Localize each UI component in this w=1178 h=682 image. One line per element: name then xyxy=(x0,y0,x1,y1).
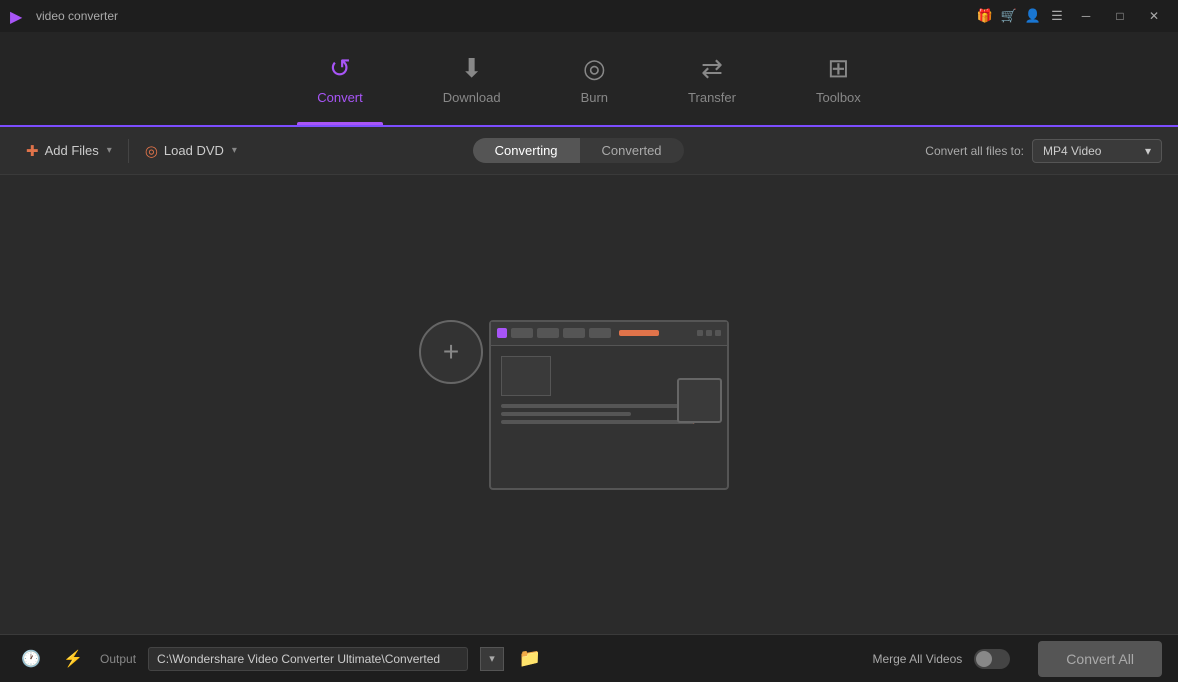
tabs-row: Converting Converted xyxy=(473,138,684,163)
browser-tab-2 xyxy=(537,328,559,338)
minimize-button[interactable]: ─ xyxy=(1072,6,1100,26)
output-path-field[interactable]: C:\Wondershare Video Converter Ultimate\… xyxy=(148,647,468,671)
gift-icon[interactable]: 🎁 xyxy=(976,7,994,25)
merge-all-label: Merge All Videos xyxy=(872,652,962,666)
convert-all-row: Convert all files to: MP4 Video ▾ xyxy=(925,139,1162,163)
output-label: Output xyxy=(100,652,136,666)
app-logo: ▶ xyxy=(10,7,28,25)
title-bar-left: ▶ video converter xyxy=(10,7,118,25)
load-dvd-icon: ◎ xyxy=(145,142,158,160)
browser-tab-1 xyxy=(511,328,533,338)
history-button[interactable]: 🕐 xyxy=(16,644,46,674)
nav-item-toolbox[interactable]: ⊞ Toolbox xyxy=(796,45,881,113)
add-files-circle-button[interactable]: + xyxy=(419,320,483,384)
add-files-label: Add Files xyxy=(45,143,99,158)
title-bar-right: 🎁 🛒 👤 ☰ ─ □ ✕ xyxy=(976,6,1168,26)
add-files-button[interactable]: ✚ Add Files ▾ xyxy=(16,136,122,166)
add-files-arrow: ▾ xyxy=(107,145,112,156)
format-dropdown-arrow: ▾ xyxy=(1145,144,1151,158)
nav-item-download[interactable]: ⬇ Download xyxy=(423,45,521,113)
browser-ctrl-3 xyxy=(715,330,721,336)
load-dvd-button[interactable]: ◎ Load DVD ▾ xyxy=(135,136,247,166)
convert-icon: ↺ xyxy=(329,53,351,84)
convert-all-files-label: Convert all files to: xyxy=(925,144,1024,158)
toolbar: ✚ Add Files ▾ ◎ Load DVD ▾ Converting Co… xyxy=(0,127,1178,175)
browser-tab-3 xyxy=(563,328,585,338)
format-dropdown[interactable]: MP4 Video ▾ xyxy=(1032,139,1162,163)
main-content: + ↖ xyxy=(0,175,1178,634)
toolbox-icon: ⊞ xyxy=(827,53,849,84)
nav-item-convert[interactable]: ↺ Convert xyxy=(297,45,383,113)
title-bar: ▶ video converter 🎁 🛒 👤 ☰ ─ □ ✕ xyxy=(0,0,1178,32)
browser-ctrl-1 xyxy=(697,330,703,336)
add-files-icon: ✚ xyxy=(26,142,39,160)
format-selected-label: MP4 Video xyxy=(1043,144,1101,158)
load-dvd-label: Load DVD xyxy=(164,143,224,158)
drop-illustration: ↖ xyxy=(489,320,729,490)
browser-line-1 xyxy=(501,404,695,408)
browser-dot-purple xyxy=(497,328,507,338)
tab-converted[interactable]: Converted xyxy=(580,138,684,163)
transfer-icon: ⇄ xyxy=(701,53,723,84)
convert-all-button[interactable]: Convert All xyxy=(1038,641,1162,677)
nav-item-transfer[interactable]: ⇄ Transfer xyxy=(668,45,756,113)
browser-thumbnail xyxy=(501,356,551,396)
nav-item-burn[interactable]: ◎ Burn xyxy=(561,45,628,113)
burn-icon: ◎ xyxy=(583,53,606,84)
drop-area[interactable]: + ↖ xyxy=(449,320,729,490)
toggle-knob xyxy=(976,651,992,667)
load-dvd-arrow: ▾ xyxy=(232,145,237,156)
browser-titlebar xyxy=(491,322,727,346)
browser-body: ↖ xyxy=(491,346,727,438)
nav-label-download: Download xyxy=(443,90,501,105)
drag-file-front xyxy=(677,378,722,423)
browser-controls xyxy=(697,330,721,336)
nav-bar: ↺ Convert ⬇ Download ◎ Burn ⇄ Transfer ⊞… xyxy=(0,32,1178,127)
cart-icon[interactable]: 🛒 xyxy=(1000,7,1018,25)
browser-line-3 xyxy=(501,420,695,424)
close-button[interactable]: ✕ xyxy=(1140,6,1168,26)
toolbar-separator-1 xyxy=(128,139,129,163)
nav-label-transfer: Transfer xyxy=(688,90,736,105)
bottom-bar: 🕐 ⚡ Output C:\Wondershare Video Converte… xyxy=(0,634,1178,682)
download-icon: ⬇ xyxy=(461,53,483,84)
nav-label-burn: Burn xyxy=(581,90,608,105)
boost-button[interactable]: ⚡ xyxy=(58,644,88,674)
nav-label-toolbox: Toolbox xyxy=(816,90,861,105)
app-title: video converter xyxy=(36,9,118,23)
output-path-dropdown[interactable]: ▾ xyxy=(480,647,504,671)
merge-toggle[interactable] xyxy=(974,649,1010,669)
user-icon[interactable]: 👤 xyxy=(1024,7,1042,25)
browser-tab-4 xyxy=(589,328,611,338)
nav-label-convert: Convert xyxy=(317,90,363,105)
browser-line-2 xyxy=(501,412,631,416)
browser-address-bar xyxy=(619,330,659,336)
tab-converting[interactable]: Converting xyxy=(473,138,580,163)
browser-ctrl-2 xyxy=(706,330,712,336)
menu-icon[interactable]: ☰ xyxy=(1048,7,1066,25)
output-folder-button[interactable]: 📁 xyxy=(516,645,544,673)
maximize-button[interactable]: □ xyxy=(1106,6,1134,26)
